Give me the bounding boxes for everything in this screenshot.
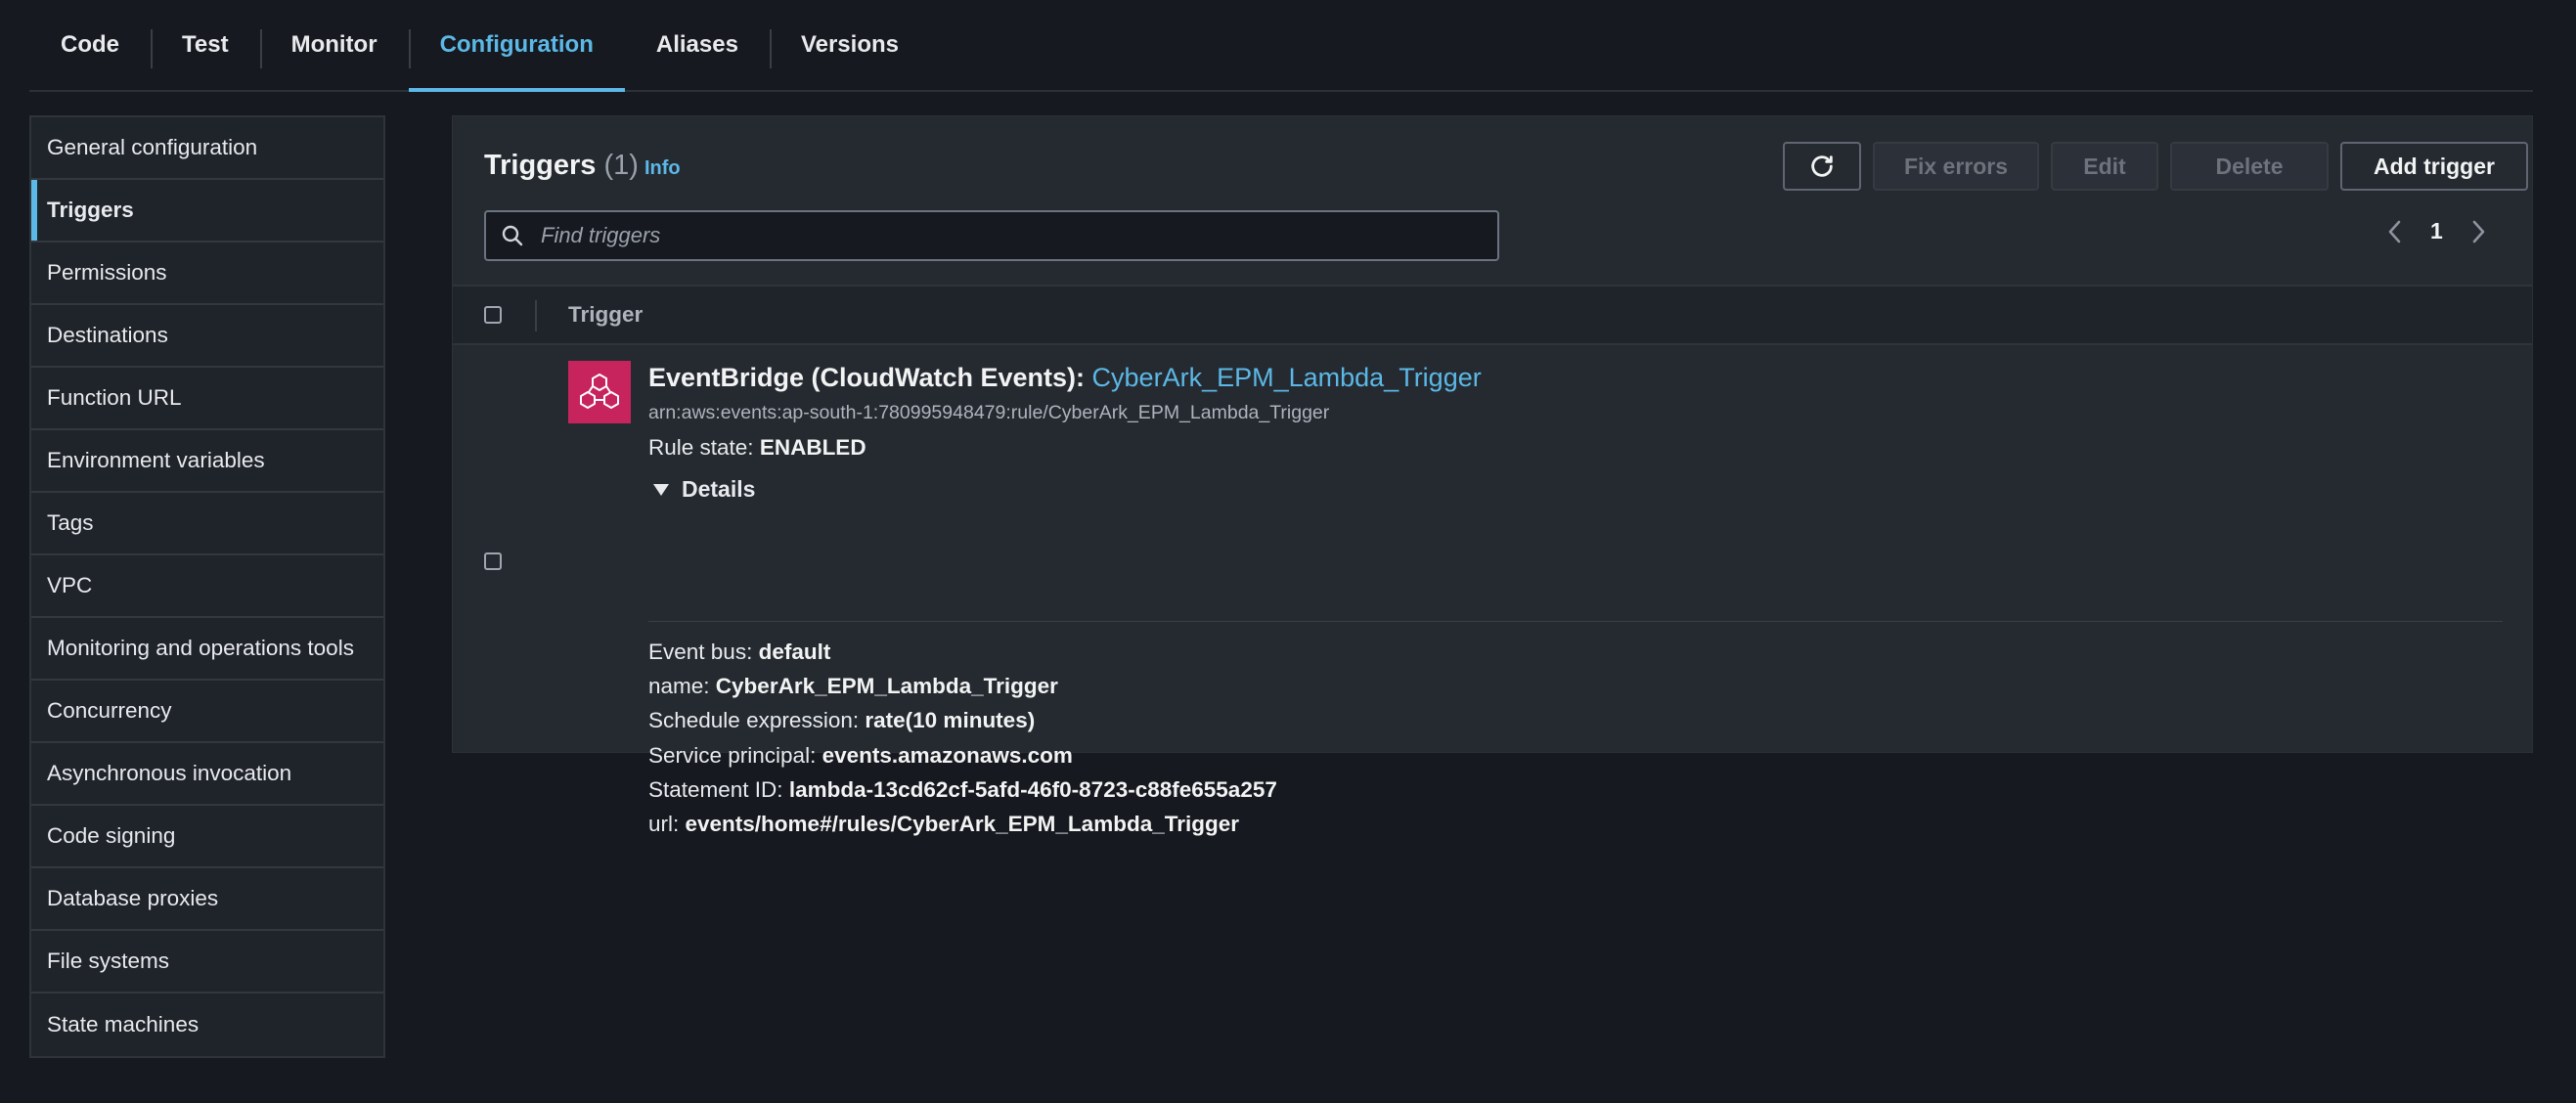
eventbridge-icon [568,361,631,423]
detail-statement-id: Statement ID: lambda-13cd62cf-5afd-46f0-… [648,776,1277,802]
panel-title-text: Triggers [484,150,597,181]
column-divider [535,300,537,331]
sidebar-item-concurrency[interactable]: Concurrency [31,681,383,743]
trigger-count: (1) [603,150,639,181]
tab-configuration[interactable]: Configuration [408,0,626,92]
delete-button[interactable]: Delete [2170,142,2329,191]
details-list: Event bus: default name: CyberArk_EPM_La… [648,635,1277,841]
details-toggle[interactable]: Details [652,476,755,503]
sidebar-item-triggers[interactable]: Triggers [31,180,383,243]
sidebar-item-code-signing[interactable]: Code signing [31,806,383,868]
rule-state: Rule state: ENABLED [648,435,866,461]
row-checkbox[interactable] [484,552,502,570]
trigger-title: EventBridge (CloudWatch Events): CyberAr… [648,363,1482,393]
edit-button[interactable]: Edit [2051,142,2158,191]
tab-test[interactable]: Test [151,0,260,90]
tab-code[interactable]: Code [29,0,151,90]
info-link[interactable]: Info [644,157,681,180]
pagination: 1 [2385,218,2488,244]
trigger-service: EventBridge (CloudWatch Events) [648,363,1077,392]
table-header: Trigger [453,285,2532,345]
refresh-icon [1811,155,1833,177]
search-icon [486,224,539,247]
detail-name: name: CyberArk_EPM_Lambda_Trigger [648,674,1058,699]
caret-down-icon [653,483,669,496]
detail-event-bus: Event bus: default [648,640,831,664]
detail-schedule-expression: Schedule expression: rate(10 minutes) [648,708,1036,733]
sidebar-item-database-proxies[interactable]: Database proxies [31,868,383,931]
chevron-left-icon[interactable] [2385,219,2405,244]
sidebar-item-monitoring[interactable]: Monitoring and operations tools [31,618,383,681]
tab-monitor[interactable]: Monitor [259,0,409,90]
detail-url: url: events/home#/rules/CyberArk_EPM_Lam… [648,812,1239,837]
sidebar-item-function-url[interactable]: Function URL [31,368,383,430]
details-label: Details [682,476,756,502]
search-input[interactable] [539,222,1497,249]
trigger-separator: : [1076,363,1092,392]
tab-versions[interactable]: Versions [769,0,930,90]
tab-aliases[interactable]: Aliases [625,0,770,90]
refresh-button[interactable] [1783,142,1861,191]
add-trigger-button[interactable]: Add trigger [2340,142,2528,191]
rule-state-label: Rule state: [648,435,760,460]
find-triggers-search [484,210,1499,261]
config-sidebar: General configuration Triggers Permissio… [29,115,385,1058]
column-header-trigger: Trigger [568,302,644,327]
panel-title: Triggers (1) [484,150,639,182]
rule-state-value: ENABLED [759,435,866,460]
page-number[interactable]: 1 [2430,218,2443,244]
chevron-right-icon[interactable] [2468,219,2488,244]
sidebar-item-file-systems[interactable]: File systems [31,931,383,993]
details-divider [648,621,2503,622]
sidebar-item-vpc[interactable]: VPC [31,555,383,618]
sidebar-item-general-configuration[interactable]: General configuration [31,117,383,180]
top-tabs: Code Test Monitor Configuration Aliases … [29,0,2533,92]
detail-service-principal: Service principal: events.amazonaws.com [648,742,1073,768]
select-all-checkbox[interactable] [484,306,502,324]
trigger-arn: arn:aws:events:ap-south-1:780995948479:r… [648,402,1330,423]
sidebar-item-environment-variables[interactable]: Environment variables [31,430,383,493]
sidebar-item-tags[interactable]: Tags [31,493,383,555]
sidebar-item-state-machines[interactable]: State machines [31,993,383,1056]
sidebar-item-destinations[interactable]: Destinations [31,305,383,368]
table-row: EventBridge (CloudWatch Events): CyberAr… [453,345,2532,836]
trigger-name-link[interactable]: CyberArk_EPM_Lambda_Trigger [1092,363,1482,392]
triggers-panel: Triggers (1) Info Fix errors Edit Delete… [452,115,2533,836]
sidebar-item-async-invocation[interactable]: Asynchronous invocation [31,743,383,806]
fix-errors-button[interactable]: Fix errors [1873,142,2039,191]
sidebar-item-permissions[interactable]: Permissions [31,243,383,305]
